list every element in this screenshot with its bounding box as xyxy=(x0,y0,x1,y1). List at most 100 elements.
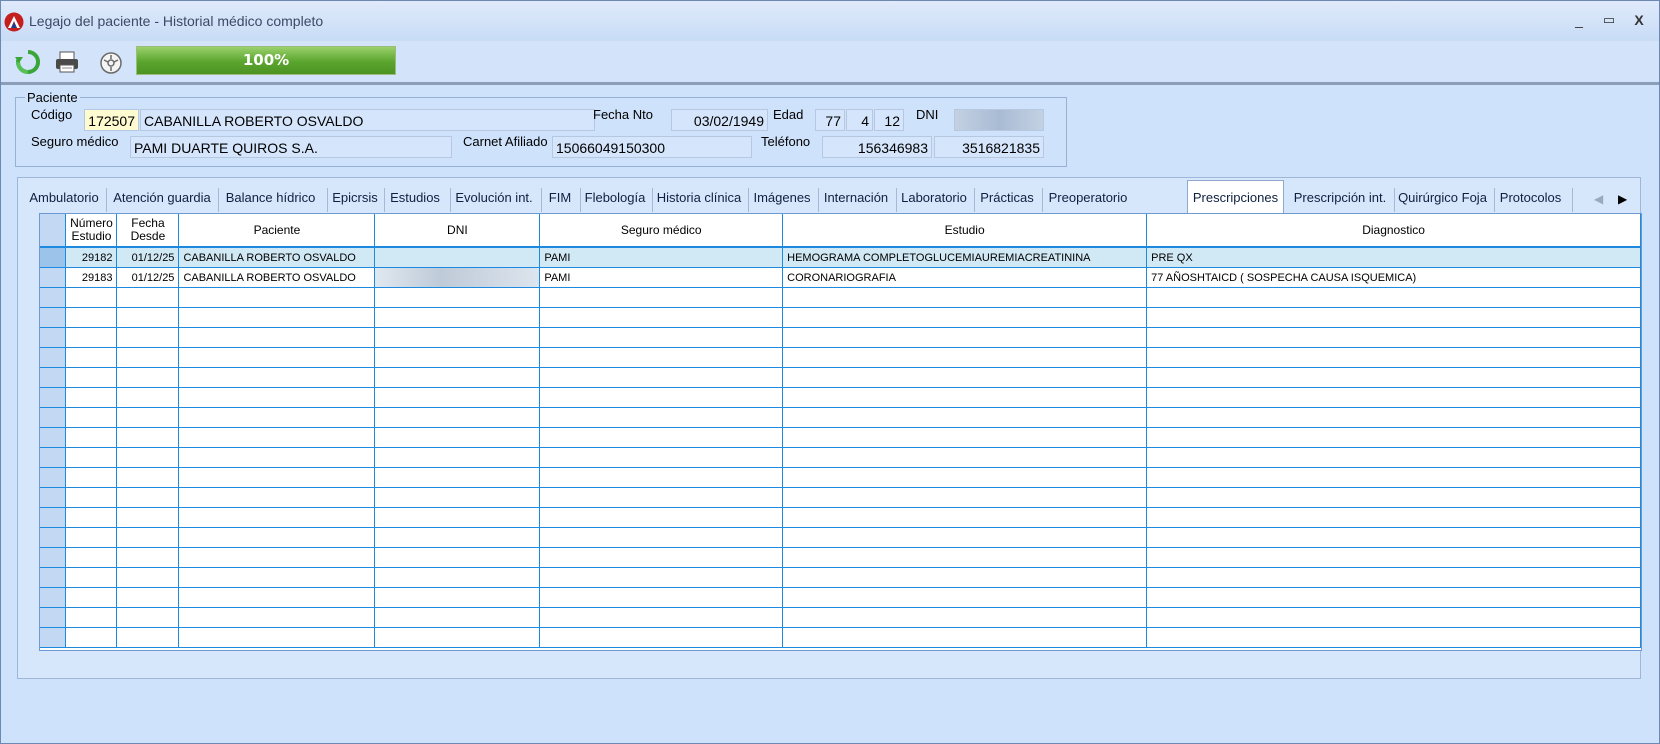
tab-prescripcion-int[interactable]: Prescripción int. xyxy=(1290,184,1390,214)
empty-table-row[interactable] xyxy=(40,427,1641,448)
empty-table-row[interactable] xyxy=(40,307,1641,328)
row-indicator[interactable] xyxy=(40,527,67,548)
empty-table-row[interactable] xyxy=(40,467,1641,488)
column-header-dni[interactable]: DNI xyxy=(374,214,541,248)
tab-flebologia[interactable]: Flebología xyxy=(581,184,649,214)
prescriptions-grid[interactable]: Número Estudio Fecha Desde Paciente DNI Se… xyxy=(39,213,1642,651)
empty-cell xyxy=(374,307,541,328)
row-indicator[interactable] xyxy=(40,387,67,408)
empty-table-row[interactable] xyxy=(40,547,1641,568)
empty-cell xyxy=(539,527,784,548)
row-indicator[interactable] xyxy=(40,367,67,388)
refresh-icon[interactable] xyxy=(14,49,42,75)
empty-table-row[interactable] xyxy=(40,387,1641,408)
tab-historia-clinica[interactable]: Historia clínica xyxy=(653,184,745,214)
edad-months-field[interactable]: 4 xyxy=(846,109,873,131)
tab-preoperatorio[interactable]: Preoperatorio xyxy=(1043,184,1133,214)
cell-seguro: PAMI xyxy=(539,247,784,268)
row-indicator[interactable] xyxy=(40,567,67,588)
seguro-field[interactable]: PAMI DUARTE QUIROS S.A. xyxy=(130,136,452,158)
table-row[interactable]: 29183 01/12/25 CABANILLA ROBERTO OSVALDO… xyxy=(40,267,1641,288)
empty-cell xyxy=(539,447,784,468)
empty-table-row[interactable] xyxy=(40,347,1641,368)
telefono1-field[interactable]: 156346983 xyxy=(822,136,932,158)
empty-cell xyxy=(65,627,118,648)
tab-quirurgico-foja[interactable]: Quirúrgico Foja xyxy=(1395,184,1490,214)
row-indicator[interactable] xyxy=(40,627,67,648)
row-indicator[interactable] xyxy=(40,267,67,288)
row-indicator[interactable] xyxy=(40,487,67,508)
empty-table-row[interactable] xyxy=(40,527,1641,548)
app-logo-icon xyxy=(4,12,24,32)
empty-table-row[interactable] xyxy=(40,607,1641,628)
empty-cell xyxy=(374,447,541,468)
empty-table-row[interactable] xyxy=(40,507,1641,528)
carnet-field[interactable]: 15066049150300 xyxy=(552,136,752,158)
tab-prescripciones[interactable]: Prescripciones xyxy=(1187,180,1284,216)
tab-practicas[interactable]: Prácticas xyxy=(975,184,1039,214)
toolbar-separator xyxy=(1,82,1659,85)
column-header-fecha[interactable]: Fecha Desde xyxy=(116,214,180,248)
empty-cell xyxy=(178,607,376,628)
telefono2-field[interactable]: 3516821835 xyxy=(934,136,1044,158)
row-indicator[interactable] xyxy=(40,287,67,308)
row-indicator[interactable] xyxy=(40,587,67,608)
edad-days-field[interactable]: 12 xyxy=(874,109,904,131)
tab-scroll-left-icon[interactable]: ◀ xyxy=(1594,192,1603,206)
printer-icon[interactable] xyxy=(53,49,81,75)
empty-table-row[interactable] xyxy=(40,407,1641,428)
row-indicator[interactable] xyxy=(40,447,67,468)
tab-ambulatorio[interactable]: Ambulatorio xyxy=(26,184,102,214)
row-indicator[interactable] xyxy=(40,427,67,448)
table-row[interactable]: 29182 01/12/25 CABANILLA ROBERTO OSVALDO… xyxy=(40,247,1641,268)
patient-name-field[interactable]: CABANILLA ROBERTO OSVALDO xyxy=(140,109,595,131)
close-button[interactable]: X xyxy=(1628,10,1650,30)
tab-balance-hidrico[interactable]: Balance hídrico xyxy=(219,184,322,214)
empty-table-row[interactable] xyxy=(40,487,1641,508)
empty-table-row[interactable] xyxy=(40,627,1641,648)
fecha-nto-field[interactable]: 03/02/1949 xyxy=(671,109,768,131)
row-indicator[interactable] xyxy=(40,307,67,328)
tab-protocolos[interactable]: Protocolos xyxy=(1495,184,1566,214)
empty-cell xyxy=(116,407,180,428)
tab-atencion-guardia[interactable]: Atención guardia xyxy=(108,184,216,214)
row-indicator[interactable] xyxy=(40,507,67,528)
status-area xyxy=(1,681,1659,743)
empty-table-row[interactable] xyxy=(40,367,1641,388)
column-header-numero[interactable]: Número Estudio xyxy=(65,214,118,248)
tab-internacion[interactable]: Internación xyxy=(819,184,893,214)
column-header-paciente[interactable]: Paciente xyxy=(178,214,376,248)
codigo-field[interactable]: 172507 xyxy=(84,109,139,131)
column-header-seguro[interactable]: Seguro médico xyxy=(539,214,784,248)
empty-table-row[interactable] xyxy=(40,327,1641,348)
empty-cell xyxy=(178,427,376,448)
minimize-button[interactable]: _ xyxy=(1568,10,1590,30)
empty-cell xyxy=(116,467,180,488)
dni-field-redacted[interactable] xyxy=(954,109,1044,131)
tab-scroll-right-icon[interactable]: ▶ xyxy=(1618,192,1627,206)
empty-table-row[interactable] xyxy=(40,287,1641,308)
row-indicator[interactable] xyxy=(40,467,67,488)
tab-fim[interactable]: FIM xyxy=(542,184,578,214)
empty-table-row[interactable] xyxy=(40,567,1641,588)
row-indicator[interactable] xyxy=(40,547,67,568)
settings-icon[interactable] xyxy=(97,49,125,75)
column-header-estudio[interactable]: Estudio xyxy=(782,214,1148,248)
tab-epicrsis[interactable]: Epicrsis xyxy=(328,184,382,214)
column-header-diagnostico[interactable]: Diagnostico xyxy=(1146,214,1641,248)
empty-cell xyxy=(1146,447,1641,468)
row-indicator[interactable] xyxy=(40,247,67,268)
tab-evolucion-int[interactable]: Evolución int. xyxy=(451,184,537,214)
row-indicator[interactable] xyxy=(40,407,67,428)
empty-cell xyxy=(1146,367,1641,388)
row-indicator[interactable] xyxy=(40,327,67,348)
row-indicator[interactable] xyxy=(40,607,67,628)
empty-table-row[interactable] xyxy=(40,587,1641,608)
empty-table-row[interactable] xyxy=(40,447,1641,468)
edad-years-field[interactable]: 77 xyxy=(815,109,845,131)
row-indicator[interactable] xyxy=(40,347,67,368)
maximize-button[interactable]: ▭ xyxy=(1598,10,1620,30)
tab-laboratorio[interactable]: Laboratorio xyxy=(897,184,971,214)
tab-imagenes[interactable]: Imágenes xyxy=(749,184,815,214)
tab-estudios[interactable]: Estudios xyxy=(385,184,445,214)
